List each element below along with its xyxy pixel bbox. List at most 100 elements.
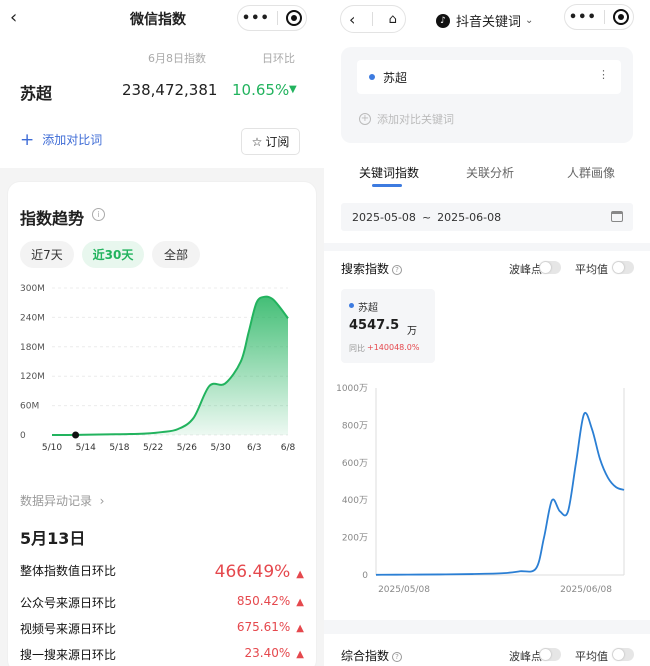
anomaly-row: 搜一搜来源日环比 23.40% ▲ (20, 646, 304, 663)
overall-index-title: 综合指数? (341, 647, 403, 664)
add-keyword-button[interactable]: + 添加对比关键词 (359, 111, 454, 127)
tab-audience-profile[interactable]: 人群画像 (567, 164, 615, 181)
avg-toggle-label: 平均值 (575, 650, 608, 663)
keyword-chip[interactable]: 苏超 ⋮ (357, 60, 621, 94)
capsule-divider (371, 12, 373, 26)
anomaly-date: 5月13日 (20, 529, 86, 548)
add-compare-button[interactable]: + 添加对比词 (20, 131, 102, 148)
date-separator: ~ (421, 210, 432, 224)
subscribe-button[interactable]: ☆ 订阅 (241, 128, 300, 155)
up-triangle-icon: ▲ (296, 623, 304, 634)
chevron-down-icon: ⌄ (525, 15, 534, 26)
tooltip-value: 4547.5 (349, 318, 400, 333)
y-tick-label: 800万 (342, 421, 368, 431)
keyword-dot-icon (369, 74, 375, 80)
y-tick-label: 200万 (342, 534, 368, 544)
page-title: 微信指数 (130, 12, 186, 28)
info-icon[interactable]: i (92, 208, 105, 221)
x-tick-label: 5/22 (143, 443, 163, 453)
anomaly-row: 整体指数值日环比 466.49% ▲ (20, 562, 304, 582)
search-index-title: 搜索指数? (341, 260, 403, 277)
y-tick-label: 400万 (342, 496, 368, 506)
x-tick-label: 5/30 (210, 443, 230, 453)
peak-toggle-label: 波峰点 (509, 650, 542, 663)
target-close-icon[interactable] (286, 10, 303, 26)
y-tick-label: 180M (20, 343, 45, 353)
anomaly-row-label: 搜一搜来源日环比 (20, 648, 117, 662)
y-tick-label: 0 (20, 431, 26, 441)
up-triangle-icon: ▲ (296, 597, 304, 608)
subscribe-label: 订阅 (265, 135, 290, 149)
anomaly-row-value: 466.49% (214, 562, 291, 582)
anomaly-row-label: 视频号来源日环比 (20, 622, 117, 636)
keyword-name: 苏超 (20, 84, 53, 103)
chart-tooltip: 苏超 4547.5 万 同比 +140048.0% (341, 289, 435, 363)
search-index-chart: 0 200万 400万 600万 800万 1000万 2025/05/08 2025/06… (336, 384, 625, 595)
tiktok-logo-icon: ♪ (436, 13, 450, 28)
summary-change-header: 日环比 (262, 52, 295, 65)
index-value: 238,472,381 (122, 81, 218, 99)
y-tick-label: 120M (20, 372, 45, 382)
add-keyword-label: 添加对比关键词 (377, 113, 454, 126)
up-triangle-icon: ▲ (296, 569, 304, 580)
anomaly-row-value: 23.40% (244, 646, 291, 660)
anomaly-row-value: 675.61% (236, 620, 291, 634)
x-tick-label: 2025/06/08 (560, 585, 612, 595)
douyin-keyword-pane: ‹ ⌂ ♪ 抖音关键词 ⌄ ••• 苏超 ⋮ + 添加对比关键词 关键词指数 关… (324, 0, 650, 666)
peak-toggle[interactable] (539, 261, 561, 274)
more-dots-icon[interactable]: ••• (242, 11, 270, 26)
mini-program-capsule: ••• (237, 5, 307, 31)
avg-toggle[interactable] (612, 261, 634, 274)
y-tick-label: 300M (20, 284, 45, 294)
date-range-picker[interactable]: 2025-05-08 ~ 2025-06-08 (341, 203, 633, 231)
range-all[interactable]: 全部 (152, 241, 200, 268)
info-icon[interactable]: ? (392, 264, 403, 275)
capsule-divider (277, 11, 279, 25)
anomaly-row: 视频号来源日环比 675.61% ▲ (20, 620, 304, 637)
avg-toggle[interactable] (612, 648, 634, 661)
summary-date-header: 6月8日指数 (148, 52, 206, 65)
add-compare-label: 添加对比词 (42, 133, 103, 147)
tab-keyword-index[interactable]: 关键词指数 (359, 164, 419, 181)
range-30d[interactable]: 近30天 (82, 241, 144, 268)
chevron-right-icon: › (95, 494, 105, 508)
app-title[interactable]: ♪ 抖音关键词 ⌄ (436, 11, 533, 30)
y-tick-label: 1000万 (336, 384, 368, 394)
anomaly-row-label: 公众号来源日环比 (20, 596, 117, 610)
back-chevron-icon[interactable]: ‹ (10, 7, 17, 28)
range-7d[interactable]: 近7天 (20, 241, 74, 268)
more-dots-icon[interactable]: ••• (569, 10, 597, 25)
tab-related-analysis[interactable]: 关联分析 (466, 164, 514, 181)
x-tick-label: 6/3 (247, 443, 261, 453)
target-close-icon[interactable] (613, 9, 630, 25)
anomaly-row-label: 整体指数值日环比 (20, 564, 117, 578)
y-tick-label: 0 (362, 571, 368, 581)
x-tick-label: 6/8 (281, 443, 296, 453)
home-icon[interactable]: ⌂ (389, 12, 397, 27)
tooltip-change-value: +140048.0% (367, 343, 420, 352)
anomaly-marker[interactable] (72, 431, 80, 439)
down-triangle-icon: ▼ (289, 84, 297, 95)
capsule-divider (604, 10, 606, 24)
section-divider (324, 243, 650, 251)
mini-program-capsule: ••• (564, 4, 634, 30)
back-chevron-icon[interactable]: ‹ (349, 10, 355, 29)
anomaly-record-link[interactable]: 数据异动记录 › (20, 492, 104, 509)
up-triangle-icon: ▲ (296, 649, 304, 660)
anomaly-row: 公众号来源日环比 850.42% ▲ (20, 594, 304, 611)
star-icon: ☆ (251, 134, 263, 149)
anomaly-row-value: 850.42% (236, 594, 291, 608)
wechat-trend-chart: 0 60M 120M 180M 240M 300M 5/10 5/14 5/18 5/22 5/2… (20, 284, 296, 453)
peak-toggle[interactable] (539, 648, 561, 661)
x-tick-label: 5/18 (109, 443, 129, 453)
x-tick-label: 2025/05/08 (378, 585, 430, 595)
tooltip-unit: 万 (407, 326, 417, 337)
x-tick-label: 5/10 (42, 443, 62, 453)
avg-toggle-label: 平均值 (575, 263, 608, 276)
x-tick-label: 5/14 (76, 443, 96, 453)
search-index-line (375, 412, 625, 576)
x-tick-label: 5/26 (177, 443, 197, 453)
tooltip-keyword: 苏超 (358, 303, 378, 314)
info-icon[interactable]: ? (392, 651, 403, 662)
chip-more-icon[interactable]: ⋮ (598, 68, 609, 81)
